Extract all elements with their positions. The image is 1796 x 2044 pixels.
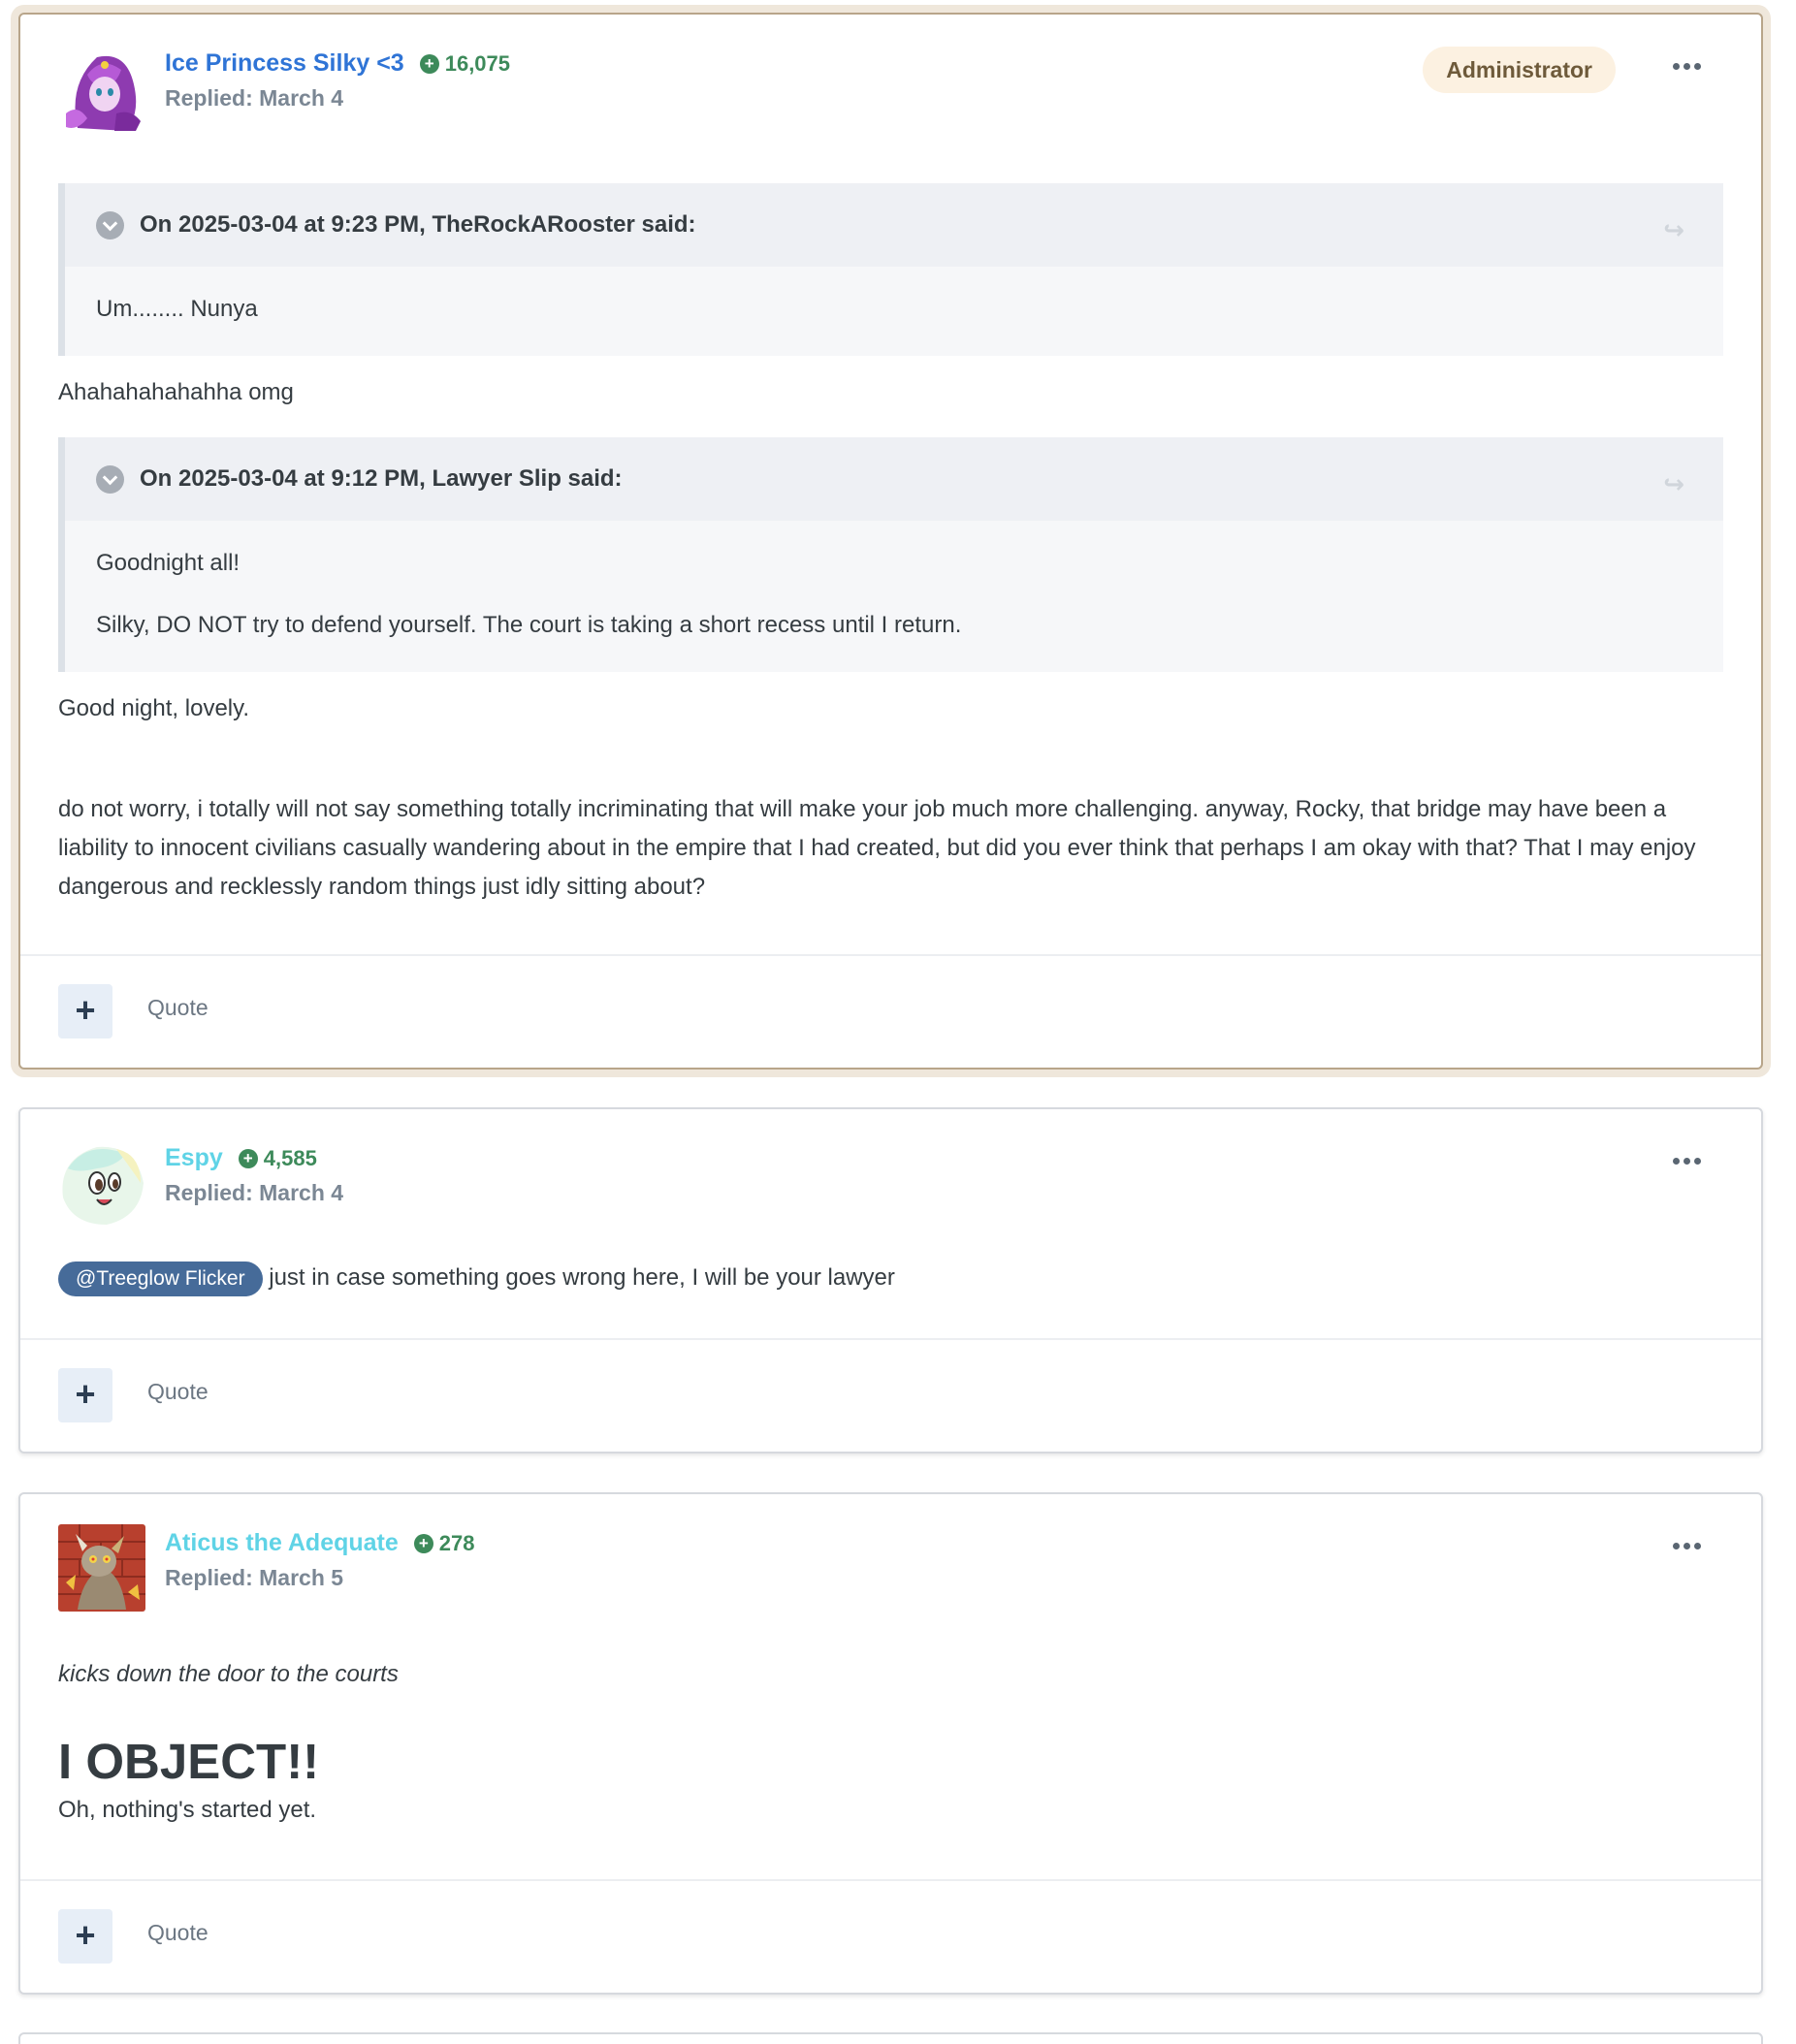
quote-citation: On 2025-03-04 at 9:23 PM, TheRockARooste… [65,183,1723,267]
share-arrow-icon[interactable]: ↪ [1663,464,1684,503]
author-name[interactable]: Ice Princess Silky <3 [165,49,404,78]
reputation-plus-icon: + [419,53,439,74]
avatar[interactable] [58,1139,145,1227]
react-plus-button[interactable]: + [58,1368,112,1422]
author-name[interactable]: Espy [165,1144,223,1172]
more-options-icon[interactable] [1673,1537,1701,1555]
post-heading: I OBJECT!! [58,1734,320,1789]
quote-citation-text: On 2025-03-04 at 9:23 PM, TheRockARooste… [140,211,696,238]
avatar[interactable] [58,1524,145,1612]
quote-text: Goodnight all! [96,550,241,576]
avatar[interactable] [58,46,145,133]
author-line: Espy + 4,585 [165,1144,317,1172]
post-text-content: just in case something goes wrong here, … [269,1264,895,1291]
post-text: Oh, nothing's started yet. [58,1797,317,1823]
quote-text: Silky, DO NOT try to defend yourself. Th… [96,612,962,638]
post-1: Ice Princess Silky <3 + 16,075 Replied: … [18,13,1763,1070]
post-2: Espy + 4,585 Replied: March 4 @Treeglow … [18,1107,1763,1453]
reputation: + 278 [413,1530,475,1556]
quote-body: Um........ Nunya [65,267,1723,356]
collapse-chevron-icon[interactable] [96,210,124,240]
share-arrow-icon[interactable]: ↪ [1663,210,1684,249]
post-header: Espy + 4,585 Replied: March 4 [20,1109,1761,1255]
next-post-partial [18,2032,1763,2044]
reputation: + 16,075 [419,50,511,77]
quote-citation: On 2025-03-04 at 9:12 PM, Lawyer Slip sa… [65,437,1723,521]
post-header: Aticus the Adequate + 278 Replied: March… [20,1494,1761,1640]
react-plus-button[interactable]: + [58,984,112,1038]
reputation-plus-icon: + [238,1148,258,1168]
post-italic-text: kicks down the door to the courts [58,1661,399,1687]
reputation-plus-icon: + [413,1533,433,1553]
quote-body: Goodnight all! Silky, DO NOT try to defe… [65,521,1723,672]
blockquote: On 2025-03-04 at 9:23 PM, TheRockARooste… [58,183,1723,356]
post-header: Ice Princess Silky <3 + 16,075 Replied: … [20,15,1761,160]
more-options-icon[interactable] [1673,57,1701,76]
collapse-chevron-icon[interactable] [96,464,124,494]
reply-text: Good night, lovely. [58,695,250,721]
reputation-count: 4,585 [263,1145,317,1170]
author-line: Ice Princess Silky <3 + 16,075 [165,49,510,78]
post-content: On 2025-03-04 at 9:23 PM, TheRockARooste… [20,160,1761,907]
post-content: kicks down the door to the courts I OBJE… [20,1640,1761,1830]
replied-date: Replied: March 4 [165,1180,344,1205]
post-content: @Treeglow Flicker just in case something… [20,1255,1761,1297]
quote-button[interactable]: Quote [147,1379,208,1405]
role-badge: Administrator [1423,47,1616,93]
post-footer: + Quote [20,1338,1761,1452]
reputation-count: 16,075 [444,50,511,76]
reputation-count: 278 [438,1530,475,1555]
post-text: @Treeglow Flicker just in case something… [58,1259,1723,1297]
blockquote: On 2025-03-04 at 9:12 PM, Lawyer Slip sa… [58,437,1723,672]
user-mention-link[interactable]: @Treeglow Flicker [58,1262,263,1296]
quote-button[interactable]: Quote [147,995,208,1021]
more-options-icon[interactable] [1673,1152,1701,1170]
post-footer: + Quote [20,954,1761,1068]
reply-text: Ahahahahahahha omg [58,379,294,405]
quote-text: Um........ Nunya [96,296,258,322]
post-footer: + Quote [20,1879,1761,1993]
quote-citation-text: On 2025-03-04 at 9:12 PM, Lawyer Slip sa… [140,465,623,492]
author-name[interactable]: Aticus the Adequate [165,1529,399,1557]
reply-text: do not worry, i totally will not say som… [58,796,1696,900]
quote-button[interactable]: Quote [147,1920,208,1946]
reputation: + 4,585 [238,1145,317,1171]
replied-date: Replied: March 4 [165,85,344,111]
author-line: Aticus the Adequate + 278 [165,1529,475,1557]
react-plus-button[interactable]: + [58,1909,112,1964]
post-3: Aticus the Adequate + 278 Replied: March… [18,1492,1763,1995]
replied-date: Replied: March 5 [165,1565,344,1590]
